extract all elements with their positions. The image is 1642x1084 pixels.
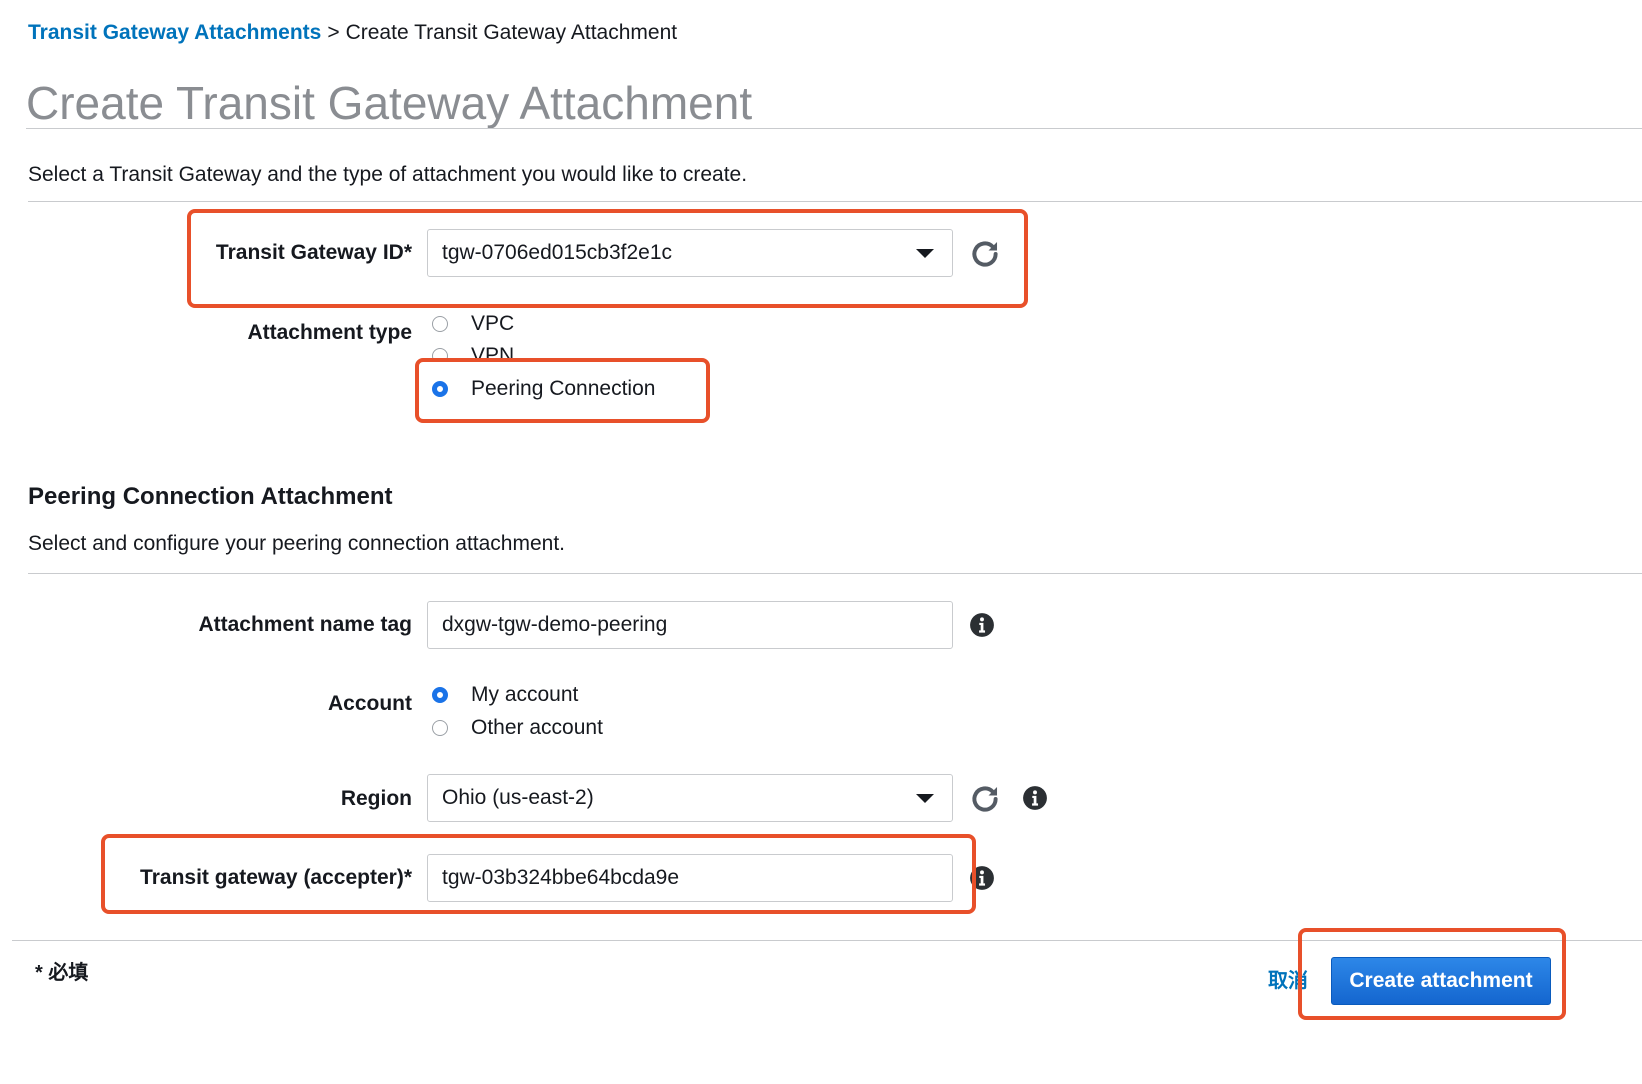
attachment-type-vpc-label: VPC: [471, 312, 515, 335]
attachment-type-vpn-clip: VPN: [428, 340, 628, 362]
radio-vpn[interactable]: [432, 348, 448, 362]
required-note: * 必填: [35, 962, 89, 984]
peering-section-description: Select and configure your peering connec…: [28, 532, 566, 555]
attachment-name-tag-input[interactable]: [427, 601, 953, 649]
radio-other-account[interactable]: [432, 720, 448, 736]
refresh-icon[interactable]: [968, 237, 1002, 271]
attachment-type-label: Attachment type: [247, 321, 412, 344]
radio-vpc[interactable]: [432, 316, 448, 332]
intro-text: Select a Transit Gateway and the type of…: [28, 163, 748, 186]
refresh-icon[interactable]: [968, 782, 1002, 816]
region-label: Region: [340, 787, 412, 810]
caret-down-icon: [916, 248, 934, 258]
attachment-type-vpn-radio[interactable]: VPN: [432, 342, 514, 362]
breadcrumb-transit-gateway-attachments-link[interactable]: Transit Gateway Attachments: [28, 21, 321, 44]
breadcrumb: Transit Gateway Attachments > Create Trans…: [28, 20, 677, 46]
account-other-account-radio[interactable]: Other account: [432, 714, 603, 742]
breadcrumb-current: Create Transit Gateway Attachment: [345, 21, 678, 44]
page-title: Create Transit Gateway Attachment: [26, 77, 753, 129]
radio-my-account[interactable]: [432, 687, 448, 703]
attachment-type-peering-label: Peering Connection: [471, 377, 656, 400]
peering-section-divider: [28, 573, 1642, 574]
transit-gateway-id-select[interactable]: tgw-0706ed015cb3f2e1c: [427, 229, 953, 277]
attachment-type-vpn-label: VPN: [471, 344, 515, 362]
footer-divider: [12, 940, 1642, 941]
attachment-type-vpc-radio[interactable]: VPC: [432, 310, 514, 338]
info-icon[interactable]: [969, 612, 995, 638]
account-other-account-label: Other account: [471, 716, 603, 739]
info-icon[interactable]: [969, 865, 995, 891]
breadcrumb-separator: >: [327, 21, 340, 44]
account-my-account-label: My account: [471, 683, 579, 706]
account-my-account-radio[interactable]: My account: [432, 681, 578, 709]
account-label: Account: [328, 692, 412, 715]
create-attachment-button[interactable]: Create attachment: [1331, 957, 1551, 1005]
transit-gateway-id-label: Transit Gateway ID*: [215, 241, 412, 264]
region-value: Ohio (us-east-2): [442, 786, 594, 809]
intro-divider: [28, 201, 1642, 202]
attachment-type-peering-radio[interactable]: Peering Connection: [432, 375, 655, 403]
transit-gateway-accepter-label: Transit gateway (accepter)*: [140, 866, 412, 889]
info-icon[interactable]: [1022, 785, 1048, 811]
transit-gateway-accepter-input[interactable]: [427, 854, 953, 902]
region-select[interactable]: Ohio (us-east-2): [427, 774, 953, 822]
cancel-link[interactable]: 取消: [1268, 968, 1308, 994]
create-transit-gateway-attachment-page: Transit Gateway Attachments > Create Trans…: [0, 0, 1642, 1084]
radio-peering-connection[interactable]: [432, 381, 448, 397]
attachment-name-tag-label: Attachment name tag: [198, 613, 412, 636]
peering-section-title: Peering Connection Attachment: [28, 483, 393, 510]
transit-gateway-id-value: tgw-0706ed015cb3f2e1c: [442, 241, 673, 264]
caret-down-icon: [916, 793, 934, 803]
title-divider: [26, 128, 1642, 129]
